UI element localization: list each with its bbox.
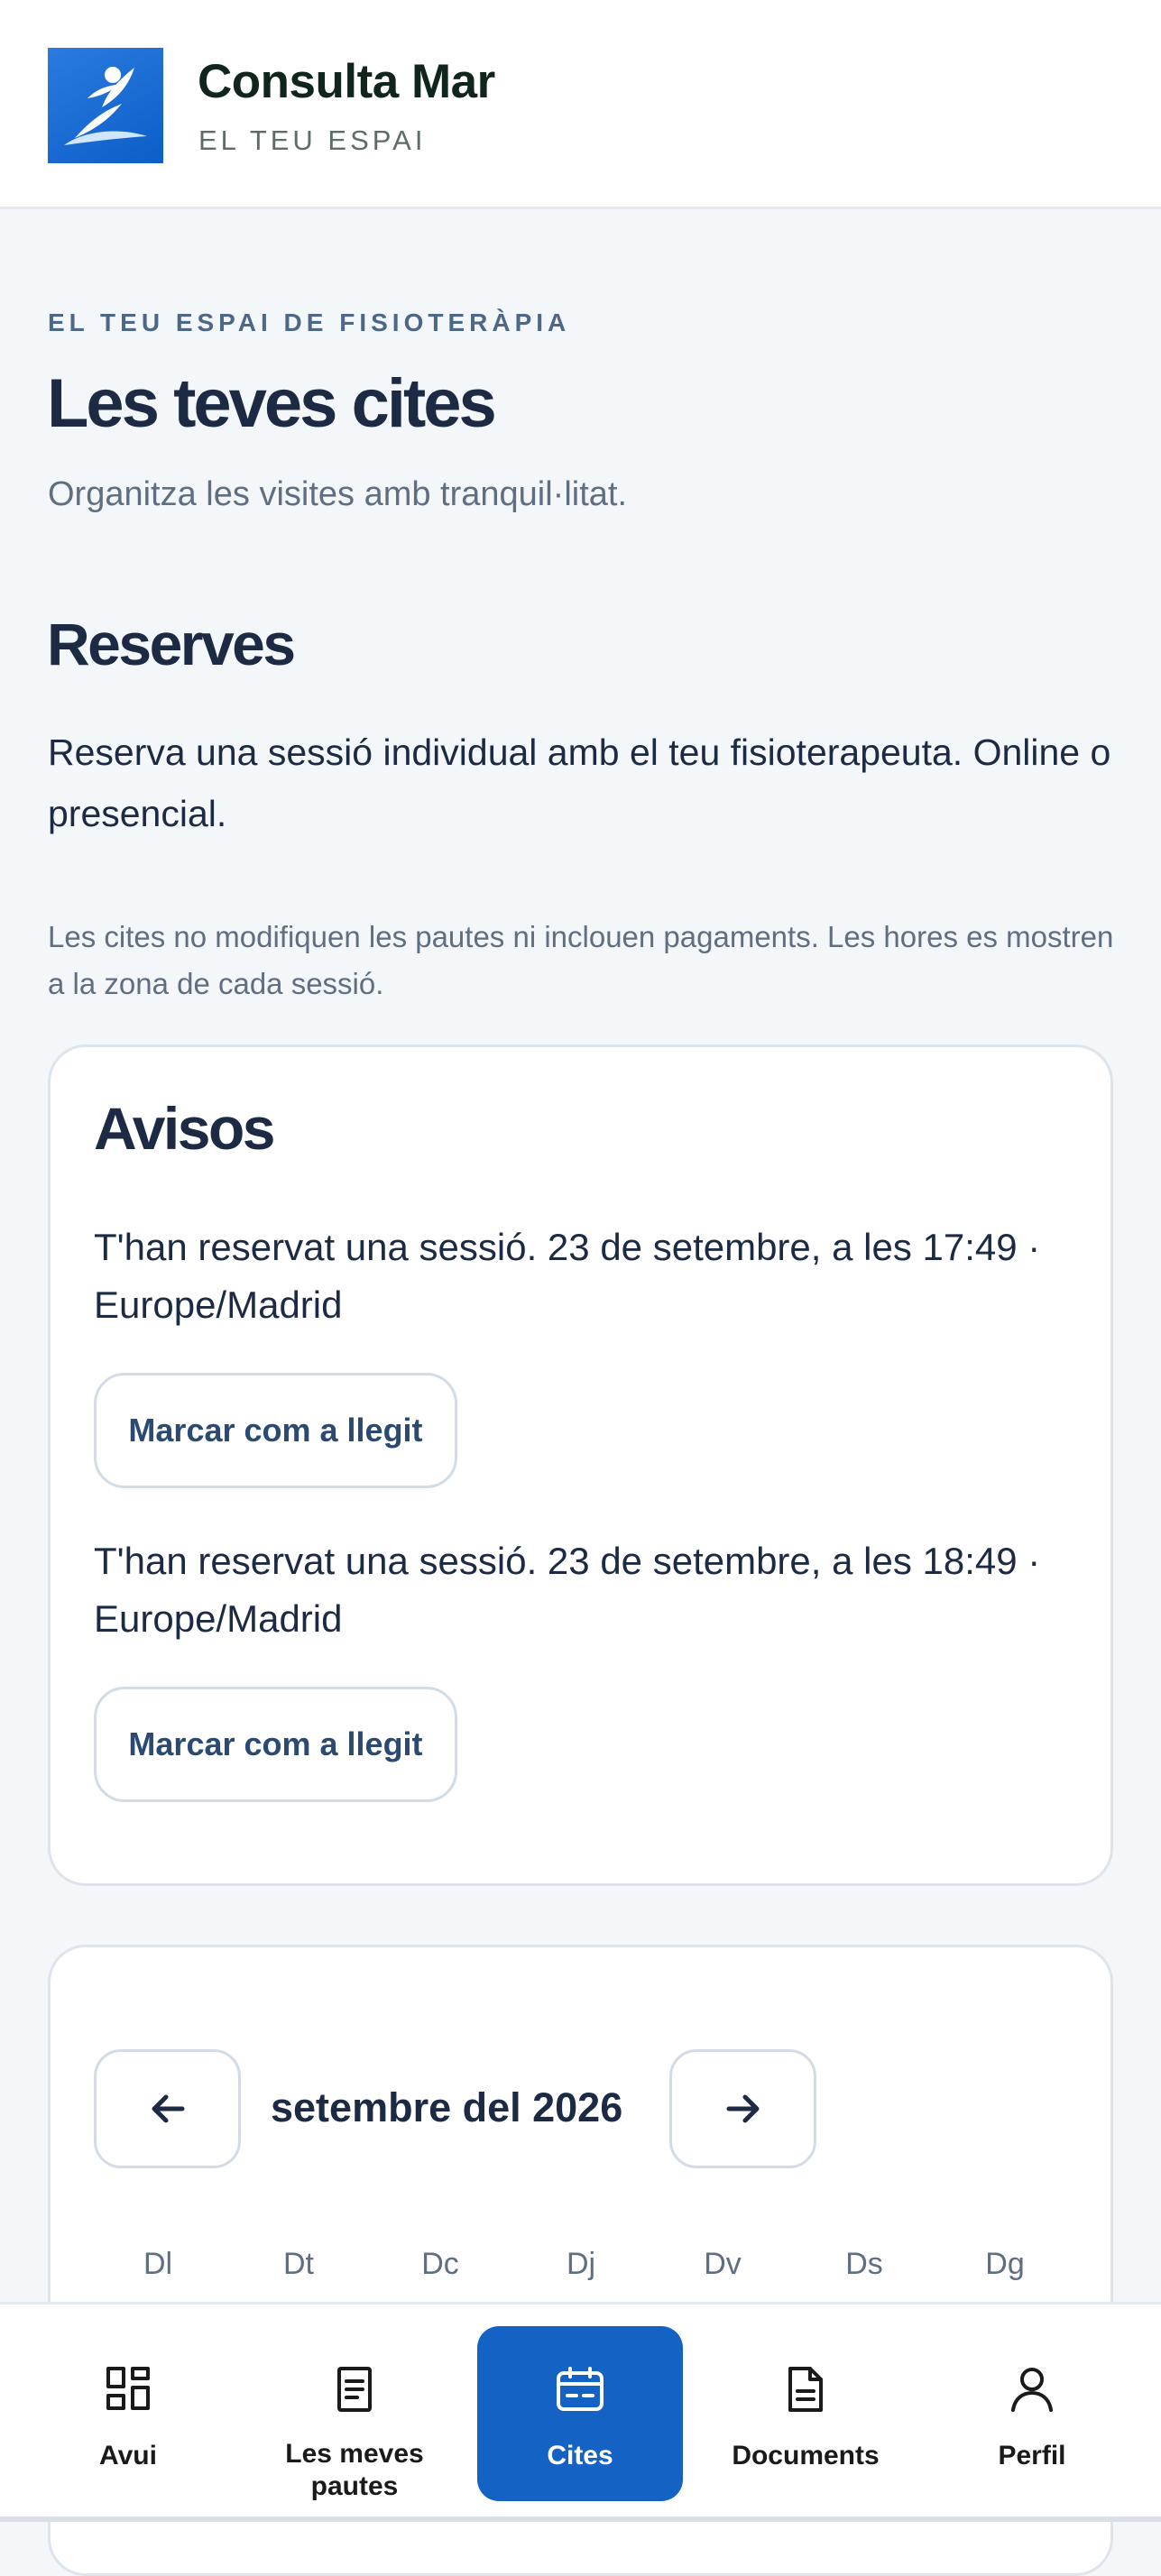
nav-item-pautes[interactable]: Les meves pautes xyxy=(252,2326,457,2501)
weekday-label: Dc xyxy=(421,2247,459,2281)
notices-title: Avisos xyxy=(94,1095,275,1162)
nav-label: Avui xyxy=(99,2441,157,2470)
app-header: Consulta Mar EL TEU ESPAI xyxy=(0,0,1161,209)
screen-bottom-edge xyxy=(0,2516,1161,2522)
nav-item-avui[interactable]: Avui xyxy=(25,2326,231,2501)
clipboard-icon xyxy=(337,2367,372,2412)
previous-month-button[interactable] xyxy=(94,2049,241,2168)
brand-name: Consulta Mar xyxy=(198,55,495,108)
bottom-navigation: Avui Les meves pautes Cites Documents Pe… xyxy=(0,2302,1161,2522)
reserves-description: Reserva una sessió individual amb el teu… xyxy=(48,731,1111,834)
notice-text: T'han reservat una sessió. 23 de setembr… xyxy=(94,1540,1041,1640)
arrow-right-icon xyxy=(726,2094,759,2123)
notice-text: T'han reservat una sessió. 23 de setembr… xyxy=(94,1226,1041,1326)
weekday-label: Dt xyxy=(283,2247,314,2281)
weekday-label: Dg xyxy=(985,2247,1025,2281)
weekday-label: Ds xyxy=(845,2247,883,2281)
nav-label: Perfil xyxy=(998,2441,1066,2470)
page-subtitle: Organitza les visites amb tranquil·litat… xyxy=(48,475,628,513)
weekday-label: Dv xyxy=(704,2247,742,2281)
nav-item-cites[interactable]: Cites xyxy=(477,2326,683,2501)
nav-label: Les meves pautes xyxy=(285,2439,424,2501)
brand-tagline: EL TEU ESPAI xyxy=(198,124,427,156)
page-title: Les teves cites xyxy=(47,365,497,442)
next-month-button[interactable] xyxy=(669,2049,816,2168)
weekday-label: Dj xyxy=(566,2247,596,2281)
nav-label: Documents xyxy=(732,2441,880,2470)
document-icon xyxy=(788,2367,823,2412)
swimmer-logo-icon xyxy=(64,67,147,145)
current-month-label: setembre del 2026 xyxy=(271,2084,623,2130)
nav-label: Cites xyxy=(547,2441,613,2470)
nav-item-documents[interactable]: Documents xyxy=(703,2326,908,2501)
nav-item-perfil[interactable]: Perfil xyxy=(929,2326,1135,2501)
notices-card: Avisos T'han reservat una sessió. 23 de … xyxy=(48,1044,1113,1886)
user-icon xyxy=(1011,2368,1053,2412)
calendar-icon xyxy=(557,2367,604,2411)
arrow-left-icon xyxy=(152,2094,184,2123)
reserves-title: Reserves xyxy=(47,611,296,677)
mark-as-read-button[interactable]: Marcar com a llegit xyxy=(94,1373,457,1488)
mark-as-read-button[interactable]: Marcar com a llegit xyxy=(94,1687,457,1802)
reserves-note: Les cites no modifiquen les pautes ni in… xyxy=(48,920,1114,1000)
brand-logo xyxy=(48,48,163,163)
weekday-label: Dl xyxy=(143,2247,173,2281)
grid-icon xyxy=(106,2367,150,2410)
page-eyebrow: EL TEU ESPAI DE FISIOTERÀPIA xyxy=(48,308,571,336)
